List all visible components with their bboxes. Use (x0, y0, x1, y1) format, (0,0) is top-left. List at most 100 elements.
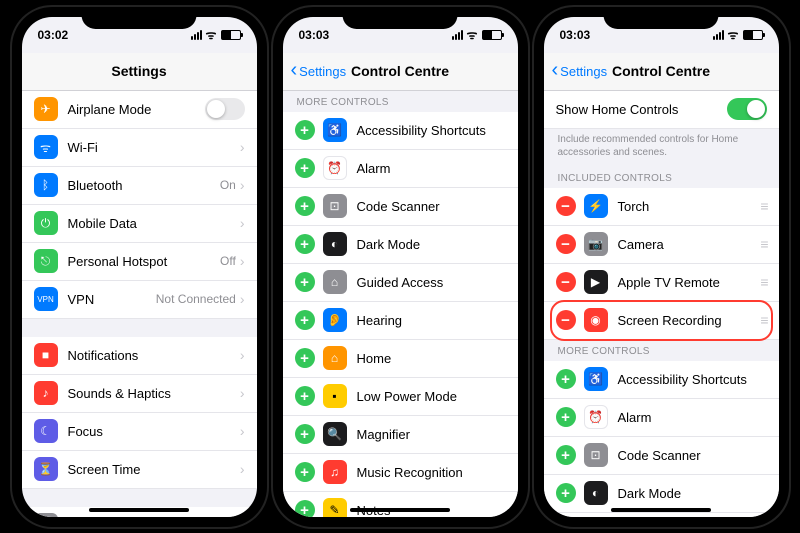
control-row[interactable]: + ⏰ Alarm (544, 399, 779, 437)
phone-control-centre-more: 03:03 ᯤ Settings Control Centre MORE CON… (273, 7, 528, 527)
control-row[interactable]: +⊡ Code Scanner (544, 437, 779, 475)
add-button[interactable]: + (295, 348, 315, 368)
control-centre-content[interactable]: Show Home Controls Include recommended c… (544, 91, 779, 517)
show-home-controls-row[interactable]: Show Home Controls (544, 91, 779, 129)
row-icon: ▶ (584, 270, 608, 294)
row-label: Airplane Mode (68, 102, 205, 117)
control-row[interactable]: −📷 Camera ≡ (544, 226, 779, 264)
settings-row[interactable]: ☾ Focus › (22, 413, 257, 451)
control-row[interactable]: +▪ Low Power Mode (283, 378, 518, 416)
control-row[interactable]: +◐ Dark Mode (283, 226, 518, 264)
toggle-switch[interactable] (205, 98, 245, 120)
add-button[interactable]: + (556, 483, 576, 503)
nav-bar: Settings Control Centre (544, 53, 779, 91)
row-label: Home (357, 351, 506, 366)
control-row[interactable]: −◉ Screen Recording ≡ (544, 302, 779, 340)
row-label: Apple TV Remote (618, 275, 761, 290)
row-icon: ⏰ (584, 405, 608, 429)
chevron-right-icon: › (240, 461, 245, 477)
settings-row[interactable]: ⏳ Screen Time › (22, 451, 257, 489)
control-row[interactable]: + ⌂ Home (283, 340, 518, 378)
row-label: Dark Mode (357, 237, 506, 252)
settings-row[interactable]: ✈ Airplane Mode (22, 91, 257, 129)
row-icon: ᯤ (34, 135, 58, 159)
settings-list[interactable]: ✈ Airplane Mode ᯤ Wi-Fi › ᛒ Bluetooth On… (22, 91, 257, 517)
control-row[interactable]: +⌂ Guided Access (283, 264, 518, 302)
row-label: Alarm (618, 410, 767, 425)
more-controls-list[interactable]: MORE CONTROLS +♿ Accessibility Shortcuts… (283, 91, 518, 517)
control-row[interactable]: +✎ Notes (283, 492, 518, 517)
add-button[interactable]: + (295, 234, 315, 254)
control-row[interactable]: +👂 Hearing (283, 302, 518, 340)
row-label: Low Power Mode (357, 389, 506, 404)
control-row[interactable]: +♿ Accessibility Shortcuts (283, 112, 518, 150)
drag-handle-icon[interactable]: ≡ (760, 198, 766, 214)
home-controls-switch[interactable] (727, 98, 767, 120)
notch (604, 7, 719, 29)
row-icon: ⏰ (323, 156, 347, 180)
row-icon: ⏻ (34, 211, 58, 235)
back-button[interactable]: Settings (552, 64, 608, 79)
settings-row[interactable]: ᯤ Wi-Fi › (22, 129, 257, 167)
row-label: Wi-Fi (68, 140, 240, 155)
row-icon: ⎋ (34, 249, 58, 273)
control-row[interactable]: −⚡ Torch ≡ (544, 188, 779, 226)
remove-button[interactable]: − (556, 272, 576, 292)
row-icon: ✈ (34, 97, 58, 121)
settings-row[interactable]: ᛒ Bluetooth On› (22, 167, 257, 205)
add-button[interactable]: + (295, 462, 315, 482)
back-button[interactable]: Settings (291, 64, 347, 79)
battery-icon (221, 30, 241, 40)
control-row[interactable]: +🔍 Magnifier (283, 416, 518, 454)
notch (82, 7, 197, 29)
add-button[interactable]: + (556, 407, 576, 427)
remove-button[interactable]: − (556, 196, 576, 216)
settings-row[interactable]: ⏻ Mobile Data › (22, 205, 257, 243)
row-label: Screen Time (68, 462, 240, 477)
add-button[interactable]: + (295, 500, 315, 517)
home-indicator[interactable] (89, 508, 189, 512)
signal-icon (452, 30, 463, 40)
home-indicator[interactable] (350, 508, 450, 512)
row-label: Sounds & Haptics (68, 386, 240, 401)
control-row[interactable]: −▶ Apple TV Remote ≡ (544, 264, 779, 302)
row-label: Focus (68, 424, 240, 439)
settings-row[interactable]: VPN VPN Not Connected› (22, 281, 257, 319)
add-button[interactable]: + (295, 196, 315, 216)
add-button[interactable]: + (295, 310, 315, 330)
drag-handle-icon[interactable]: ≡ (760, 236, 766, 252)
row-label: Show Home Controls (556, 102, 727, 117)
row-label: Hearing (357, 313, 506, 328)
row-detail: Off (220, 254, 236, 268)
row-icon: ⚡ (584, 194, 608, 218)
add-button[interactable]: + (295, 424, 315, 444)
control-row[interactable]: +⌂ Guided Access (544, 513, 779, 517)
add-button[interactable]: + (556, 445, 576, 465)
row-icon: ⌂ (323, 346, 347, 370)
add-button[interactable]: + (295, 272, 315, 292)
drag-handle-icon[interactable]: ≡ (760, 274, 766, 290)
remove-button[interactable]: − (556, 310, 576, 330)
page-title: Control Centre (351, 63, 449, 79)
wifi-icon: ᯤ (467, 26, 478, 43)
settings-row[interactable]: ♪ Sounds & Haptics › (22, 375, 257, 413)
drag-handle-icon[interactable]: ≡ (760, 312, 766, 328)
nav-bar: Settings (22, 53, 257, 91)
settings-row[interactable]: ■ Notifications › (22, 337, 257, 375)
add-button[interactable]: + (295, 386, 315, 406)
row-detail: Not Connected (156, 292, 236, 306)
row-icon: ♿ (584, 367, 608, 391)
add-button[interactable]: + (556, 369, 576, 389)
remove-button[interactable]: − (556, 234, 576, 254)
add-button[interactable]: + (295, 120, 315, 140)
control-row[interactable]: +⊡ Code Scanner (283, 188, 518, 226)
home-indicator[interactable] (611, 508, 711, 512)
notch (343, 7, 458, 29)
add-button[interactable]: + (295, 158, 315, 178)
control-row[interactable]: +♫ Music Recognition (283, 454, 518, 492)
row-label: Personal Hotspot (68, 254, 221, 269)
control-row[interactable]: +♿ Accessibility Shortcuts (544, 361, 779, 399)
settings-row[interactable]: ⎋ Personal Hotspot Off› (22, 243, 257, 281)
control-row[interactable]: +⏰ Alarm (283, 150, 518, 188)
clock: 03:02 (38, 28, 69, 42)
